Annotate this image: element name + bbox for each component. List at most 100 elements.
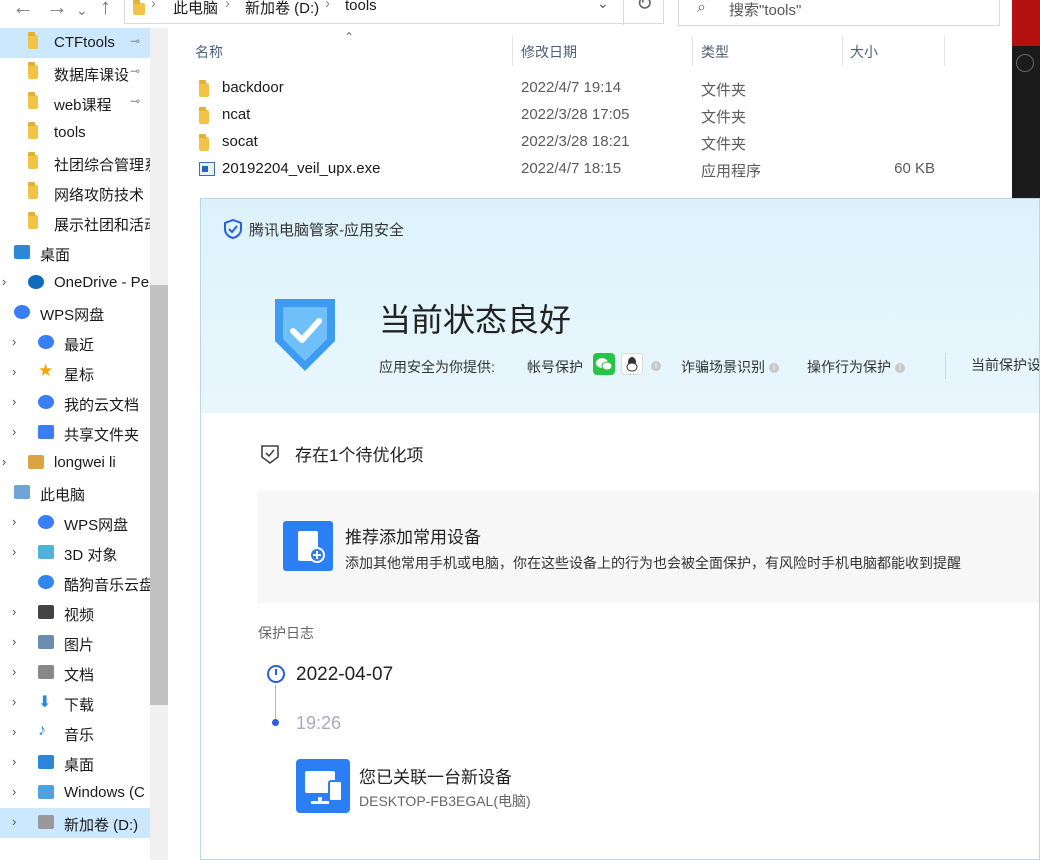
back-arrow-icon[interactable]: ←	[12, 0, 34, 20]
chevron-right-icon[interactable]: ›	[12, 754, 16, 769]
breadcrumb-this-pc[interactable]: 此电脑	[173, 0, 218, 18]
file-type: 应用程序	[701, 163, 762, 180]
sidebar-item[interactable]: ⌄桌面	[0, 238, 150, 268]
address-bar[interactable]: › 此电脑 › 新加卷 (D:) › tools ⌄ ↻	[124, 0, 665, 25]
sidebar-item-label: web课程	[54, 97, 112, 114]
sidebar-item[interactable]: › Windows (C	[0, 778, 150, 808]
chevron-right-icon[interactable]: ›	[12, 514, 16, 529]
current-protection-link[interactable]: 当前保护设	[971, 355, 1039, 375]
folder-icon	[28, 182, 46, 201]
sidebar-item[interactable]: › 3D 对象	[0, 538, 150, 568]
wechat-icon[interactable]	[593, 353, 615, 375]
sidebar-item[interactable]: tools	[0, 118, 150, 148]
clock-icon	[267, 665, 285, 683]
file-row[interactable]: 20192204_veil_upx.exe 2022/4/7 18:15 应用程序 6…	[195, 156, 955, 182]
sidebar-item[interactable]: › 新加卷 (D:)	[0, 808, 150, 838]
folder-icon	[28, 122, 46, 141]
event-title: 您已关联一台新设备	[359, 768, 512, 787]
security-shield-icon	[273, 295, 337, 379]
sidebar-item[interactable]: › OneDrive - Pe	[0, 268, 150, 298]
column-divider[interactable]	[944, 36, 945, 66]
cube-icon	[38, 543, 56, 561]
info-icon[interactable]: i	[651, 361, 661, 371]
sidebar-item-label: 最近	[64, 337, 95, 354]
chevron-right-icon[interactable]: ›	[12, 424, 16, 439]
chevron-right-icon[interactable]: ›	[12, 814, 16, 829]
picture-icon	[38, 633, 56, 651]
sidebar-item[interactable]: 社团综合管理系	[0, 148, 150, 178]
info-icon[interactable]: i	[769, 363, 779, 374]
sidebar-item[interactable]: › ⬇ 下载	[0, 688, 150, 718]
search-box[interactable]: ⌕ 搜索"tools"	[678, 0, 1000, 26]
file-row[interactable]: backdoor 2022/4/7 19:14 文件夹	[195, 75, 955, 101]
sidebar-item[interactable]: ⌄此电脑	[0, 478, 150, 508]
sidebar-item[interactable]: web课程 ⊸	[0, 88, 150, 118]
chevron-right-icon[interactable]: ›	[12, 634, 16, 649]
chevron-right-icon[interactable]: ›	[2, 274, 6, 289]
sidebar-item[interactable]: › 桌面	[0, 748, 150, 778]
chevron-right-icon[interactable]: ›	[12, 604, 16, 619]
sidebar-item[interactable]: › 图片	[0, 628, 150, 658]
sidebar-scrollbar-thumb[interactable]	[150, 285, 168, 705]
sidebar-item[interactable]: › WPS网盘	[0, 508, 150, 538]
column-header-name[interactable]: 名称	[195, 42, 223, 62]
user-icon	[28, 453, 46, 471]
recommend-device-card[interactable]: 推荐添加常用设备 添加其他常用手机或电脑，你在这些设备上的行为也会被全面保护，有…	[257, 491, 1039, 603]
column-divider[interactable]	[692, 36, 693, 66]
sidebar-item[interactable]: › 我的云文档	[0, 388, 150, 418]
sidebar-item-label: 数据库课设	[54, 67, 130, 84]
chevron-right-icon[interactable]: ›	[12, 784, 16, 799]
sidebar-item[interactable]: › 文档	[0, 658, 150, 688]
sidebar-item-label: 共享文件夹	[64, 427, 140, 444]
column-divider[interactable]	[512, 36, 513, 66]
column-divider[interactable]	[842, 36, 843, 66]
timeline-line	[275, 685, 276, 719]
log-header: 保护日志	[258, 625, 314, 641]
column-header-size[interactable]: 大小	[850, 42, 878, 62]
sidebar-item[interactable]: › 视频	[0, 598, 150, 628]
chevron-right-icon[interactable]: ›	[12, 364, 16, 379]
info-icon[interactable]: i	[895, 363, 905, 374]
refresh-icon[interactable]: ↻	[623, 0, 665, 25]
chevron-right-icon[interactable]: ›	[2, 454, 6, 469]
event-device-name: DESKTOP-FB3EGAL(电脑)	[359, 793, 531, 809]
sort-ascending-icon: ⌃	[344, 30, 355, 44]
chevron-right-icon[interactable]: ›	[12, 664, 16, 679]
sidebar-item[interactable]: 数据库课设 ⊸	[0, 58, 150, 88]
up-arrow-icon[interactable]: ↑	[100, 0, 111, 20]
sidebar-item[interactable]: CTFtools ⊸	[0, 28, 150, 58]
chevron-right-icon[interactable]: ›	[12, 724, 16, 739]
address-history-chevron-icon[interactable]: ⌄	[597, 0, 609, 12]
file-row[interactable]: socat 2022/3/28 18:21 文件夹	[195, 129, 955, 155]
sidebar-item[interactable]: 网络攻防技术	[0, 178, 150, 208]
sidebar-item[interactable]: › 共享文件夹	[0, 418, 150, 448]
sidebar-item[interactable]: › 最近	[0, 328, 150, 358]
chevron-right-icon[interactable]: ›	[12, 394, 16, 409]
sidebar-item[interactable]: 酷狗音乐云盘	[0, 568, 150, 598]
sidebar-item[interactable]: › ★ 星标	[0, 358, 150, 388]
sidebar-item-label: 桌面	[40, 247, 71, 264]
sidebar-item[interactable]: 展示社团和活动	[0, 208, 150, 238]
column-header-type[interactable]: 类型	[701, 42, 729, 62]
breadcrumb-drive-d[interactable]: 新加卷 (D:)	[245, 0, 319, 18]
exe-icon	[199, 162, 215, 176]
qq-icon[interactable]	[621, 353, 643, 375]
download-icon: ⬇	[38, 694, 52, 711]
file-date: 2022/3/28 18:21	[521, 133, 630, 150]
chevron-right-icon[interactable]: ›	[12, 544, 16, 559]
sidebar-item[interactable]: › ♪ 音乐	[0, 718, 150, 748]
column-header-date[interactable]: 修改日期	[521, 42, 577, 62]
sidebar-item[interactable]: › longwei li	[0, 448, 150, 478]
recent-dropdown-icon[interactable]: ⌄	[76, 2, 88, 19]
card-description: 添加其他常用手机或电脑，你在这些设备上的行为也会被全面保护，有风险时手机电脑都能…	[345, 555, 961, 571]
forward-arrow-icon[interactable]: →	[46, 0, 68, 20]
file-row[interactable]: ncat 2022/3/28 17:05 文件夹	[195, 102, 955, 128]
chevron-right-icon[interactable]: ›	[12, 694, 16, 709]
sidebar-item-label: 3D 对象	[64, 547, 118, 564]
sidebar-item[interactable]: ⌄WPS网盘	[0, 298, 150, 328]
breadcrumb-tools[interactable]: tools	[345, 0, 377, 14]
chevron-right-icon[interactable]: ›	[12, 334, 16, 349]
onedrive-icon	[28, 273, 46, 291]
feature-behavior-protection: 操作行为保护 i	[807, 357, 905, 377]
navigation-pane: CTFtools ⊸ 数据库课设 ⊸ web课程 ⊸ tools 社团综合管理系 网络攻防技术展…	[0, 28, 150, 860]
